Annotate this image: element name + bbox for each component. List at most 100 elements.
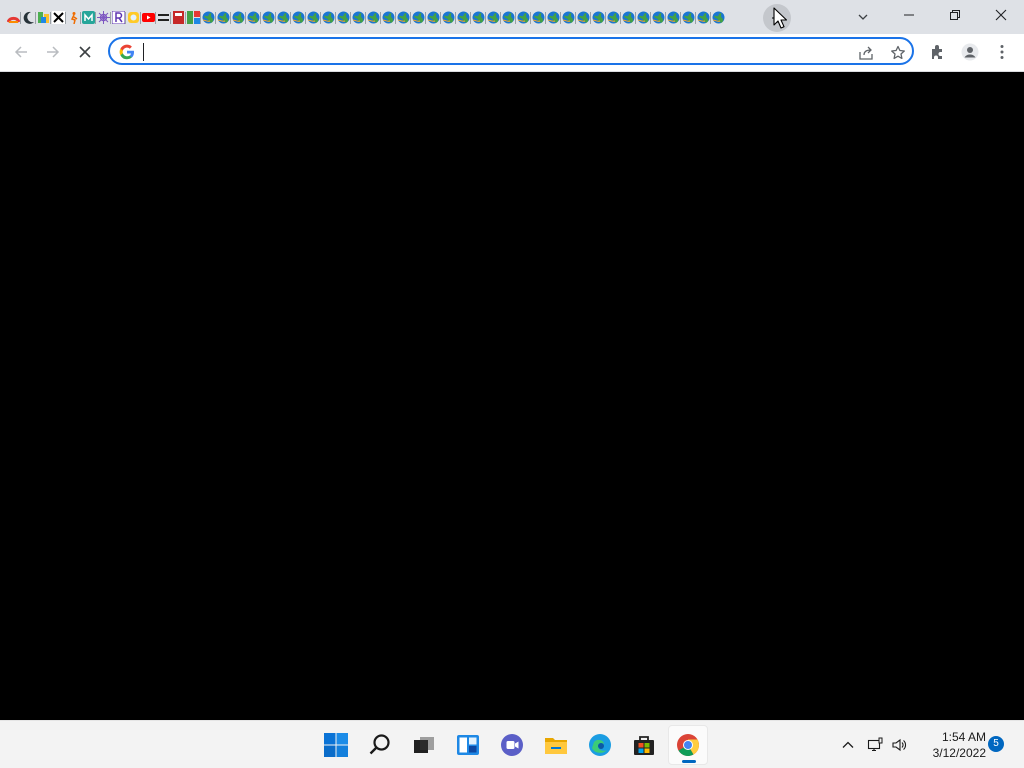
task-view-button[interactable] <box>404 725 444 765</box>
browser-tab[interactable] <box>561 5 576 29</box>
tab-search-button[interactable] <box>850 4 876 30</box>
browser-tab[interactable] <box>21 5 36 29</box>
browser-tab[interactable] <box>666 5 681 29</box>
browser-tab[interactable] <box>36 5 51 29</box>
browser-tab[interactable] <box>216 5 231 29</box>
browser-tab[interactable] <box>336 5 351 29</box>
close-window-button[interactable] <box>978 0 1024 30</box>
browser-tab[interactable] <box>441 5 456 29</box>
browser-tab[interactable] <box>381 5 396 29</box>
browser-tab[interactable] <box>351 5 366 29</box>
chrome-button[interactable] <box>668 725 708 765</box>
browser-tab[interactable] <box>456 5 471 29</box>
globe-icon <box>232 11 245 23</box>
browser-tab[interactable] <box>96 5 111 29</box>
globe-icon <box>292 11 305 23</box>
system-clock[interactable]: 1:54 AM 3/12/2022 <box>914 729 986 761</box>
tile-icon <box>187 10 200 24</box>
extensions-button[interactable] <box>925 39 951 65</box>
file-explorer-button[interactable] <box>536 725 576 765</box>
browser-tab[interactable] <box>576 5 591 29</box>
globe-icon <box>667 11 680 23</box>
bookmark-button[interactable] <box>888 43 908 63</box>
browser-tab[interactable] <box>696 5 711 29</box>
browser-tab[interactable] <box>516 5 531 29</box>
browser-tab[interactable] <box>366 5 381 29</box>
start-button[interactable] <box>316 725 356 765</box>
browser-tab[interactable] <box>396 5 411 29</box>
browser-toolbar <box>0 34 1024 72</box>
address-bar[interactable] <box>108 37 914 65</box>
browser-tab[interactable] <box>306 5 321 29</box>
google-icon <box>119 44 134 60</box>
globe-icon <box>532 11 545 23</box>
profile-button[interactable] <box>957 39 983 65</box>
network-button[interactable] <box>864 734 886 756</box>
green-leaf-icon <box>38 11 49 23</box>
browser-tab[interactable] <box>291 5 306 29</box>
browser-tab[interactable] <box>51 5 66 29</box>
browser-tab[interactable] <box>276 5 291 29</box>
stop-loading-button[interactable] <box>70 37 100 67</box>
globe-icon <box>502 11 515 23</box>
browser-tab[interactable] <box>6 5 21 29</box>
restore-button[interactable] <box>932 0 978 30</box>
browser-tab[interactable] <box>606 5 621 29</box>
browser-tab[interactable] <box>66 5 81 29</box>
gear-snowflake-icon <box>97 10 110 24</box>
globe-icon <box>337 11 350 23</box>
forward-button[interactable] <box>38 37 68 67</box>
address-input[interactable] <box>142 42 822 62</box>
back-icon <box>14 46 27 58</box>
widgets-button[interactable] <box>448 725 488 765</box>
clock-time: 1:54 AM <box>941 730 986 744</box>
browser-tab[interactable] <box>711 5 726 29</box>
volume-button[interactable] <box>888 734 910 756</box>
mouse-cursor-icon <box>773 7 787 29</box>
globe-icon <box>217 11 230 23</box>
minimize-button[interactable] <box>886 0 932 30</box>
edge-button[interactable] <box>580 725 620 765</box>
show-hidden-icons-button[interactable] <box>837 734 859 756</box>
page-viewport[interactable] <box>0 72 1024 720</box>
widgets-icon <box>457 735 479 755</box>
browser-tab[interactable] <box>126 5 141 29</box>
teams-chat-button[interactable] <box>492 725 532 765</box>
browser-tab[interactable] <box>681 5 696 29</box>
title-bar <box>0 0 1024 34</box>
browser-tab[interactable] <box>411 5 426 29</box>
browser-tab[interactable] <box>636 5 651 29</box>
browser-tab[interactable] <box>231 5 246 29</box>
browser-tab[interactable] <box>201 5 216 29</box>
browser-tab[interactable] <box>171 5 186 29</box>
minimize-icon <box>904 14 914 16</box>
browser-tab[interactable] <box>486 5 501 29</box>
file-explorer-icon <box>545 738 567 754</box>
browser-tab[interactable] <box>261 5 276 29</box>
browser-tab[interactable] <box>246 5 261 29</box>
browser-tab[interactable] <box>426 5 441 29</box>
browser-tab[interactable] <box>501 5 516 29</box>
browser-tab[interactable] <box>546 5 561 29</box>
globe-icon <box>412 11 425 23</box>
globe-icon <box>517 11 530 23</box>
browser-tab[interactable] <box>141 5 156 29</box>
search-button[interactable] <box>360 725 400 765</box>
browser-tab[interactable] <box>156 5 171 29</box>
globe-icon <box>307 11 320 23</box>
book-icon <box>173 10 184 24</box>
browser-tab[interactable] <box>471 5 486 29</box>
browser-tab[interactable] <box>531 5 546 29</box>
share-button[interactable] <box>856 43 876 63</box>
notification-badge[interactable]: 5 <box>988 736 1004 752</box>
store-button[interactable] <box>624 725 664 765</box>
browser-tab[interactable] <box>621 5 636 29</box>
back-button[interactable] <box>6 37 36 67</box>
browser-tab[interactable] <box>591 5 606 29</box>
chrome-menu-button[interactable] <box>989 39 1015 65</box>
browser-tab[interactable] <box>321 5 336 29</box>
browser-tab[interactable] <box>81 5 96 29</box>
browser-tab[interactable] <box>651 5 666 29</box>
browser-tab[interactable] <box>111 5 126 29</box>
browser-tab[interactable] <box>186 5 201 29</box>
